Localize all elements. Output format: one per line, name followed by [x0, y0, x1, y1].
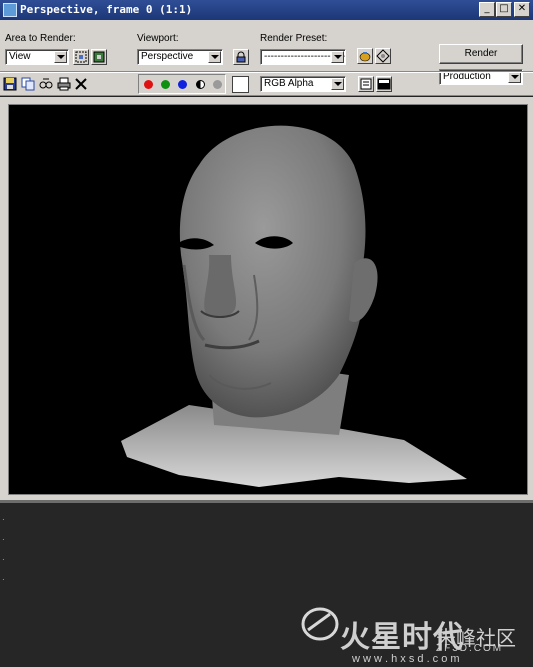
background-color-swatch[interactable]	[232, 76, 249, 93]
printer-icon	[57, 77, 71, 91]
auto-region-button[interactable]	[91, 49, 107, 65]
monochrome-toggle[interactable]	[213, 80, 222, 89]
chevron-down-icon	[331, 78, 344, 90]
watermark-logo-icon	[301, 607, 339, 641]
environment-icon	[376, 49, 390, 63]
copy-image-button[interactable]	[21, 77, 35, 91]
render-preset-label: Render Preset:	[260, 33, 328, 44]
chevron-down-icon	[54, 51, 67, 63]
render-setup-button[interactable]	[357, 48, 373, 64]
clone-window-button[interactable]	[39, 77, 53, 91]
render-button[interactable]: Render	[439, 44, 523, 64]
display-channel-dropdown[interactable]: RGB Alpha	[260, 76, 346, 92]
alpha-channel-toggle[interactable]	[196, 80, 205, 89]
watermark-site-hxsd: w w w . h x s d . c o m	[352, 653, 460, 665]
edit-region-button[interactable]	[73, 49, 89, 65]
render-preset-dropdown[interactable]: -----------------------------	[260, 49, 346, 65]
save-image-button[interactable]	[3, 77, 17, 91]
toggle-ui-overlay-button[interactable]	[358, 76, 374, 92]
display-channel-value: RGB Alpha	[264, 78, 314, 89]
teapot-icon	[359, 52, 371, 62]
viewport-dropdown[interactable]: Perspective	[137, 49, 223, 65]
auto-region-icon	[93, 51, 105, 63]
clear-button[interactable]	[74, 77, 88, 91]
close-button[interactable]: ✕	[514, 2, 530, 17]
print-image-button[interactable]	[57, 77, 71, 91]
clone-icon	[39, 78, 53, 89]
rendered-image-viewport[interactable]	[8, 104, 528, 495]
lock-viewport-button[interactable]	[233, 49, 249, 65]
rendered-head-image	[121, 125, 467, 487]
copy-icon	[21, 77, 35, 91]
lock-icon	[236, 51, 246, 63]
area-to-render-label: Area to Render:	[5, 33, 76, 44]
overlay-icon	[360, 78, 372, 90]
render-controls-panel: Area to Render: Viewport: Render Preset:…	[0, 20, 533, 96]
title-bar: Perspective, frame 0 (1:1) _ □ ✕	[0, 0, 533, 20]
clear-x-icon	[75, 78, 87, 90]
divider	[0, 72, 533, 73]
window-title: Perspective, frame 0 (1:1)	[20, 3, 193, 16]
app-icon	[3, 3, 17, 17]
viewport-label: Viewport:	[137, 33, 179, 44]
edit-region-icon	[75, 51, 87, 63]
green-channel-toggle[interactable]	[161, 80, 170, 89]
display-icon	[377, 78, 391, 90]
divider	[0, 71, 533, 72]
chevron-down-icon	[331, 51, 344, 63]
chevron-down-icon	[208, 51, 221, 63]
blue-channel-toggle[interactable]	[178, 80, 187, 89]
minimize-button[interactable]: _	[479, 2, 495, 17]
red-channel-toggle[interactable]	[144, 80, 153, 89]
maximize-button[interactable]: □	[496, 2, 512, 17]
toggle-ui-button[interactable]	[376, 76, 392, 92]
edge-marks: · · · ·	[2, 515, 5, 584]
area-to-render-value: View	[9, 51, 31, 62]
viewport-value: Perspective	[141, 51, 194, 62]
environment-button[interactable]	[375, 48, 391, 64]
area-to-render-dropdown[interactable]: View	[5, 49, 69, 65]
save-icon	[3, 77, 17, 91]
